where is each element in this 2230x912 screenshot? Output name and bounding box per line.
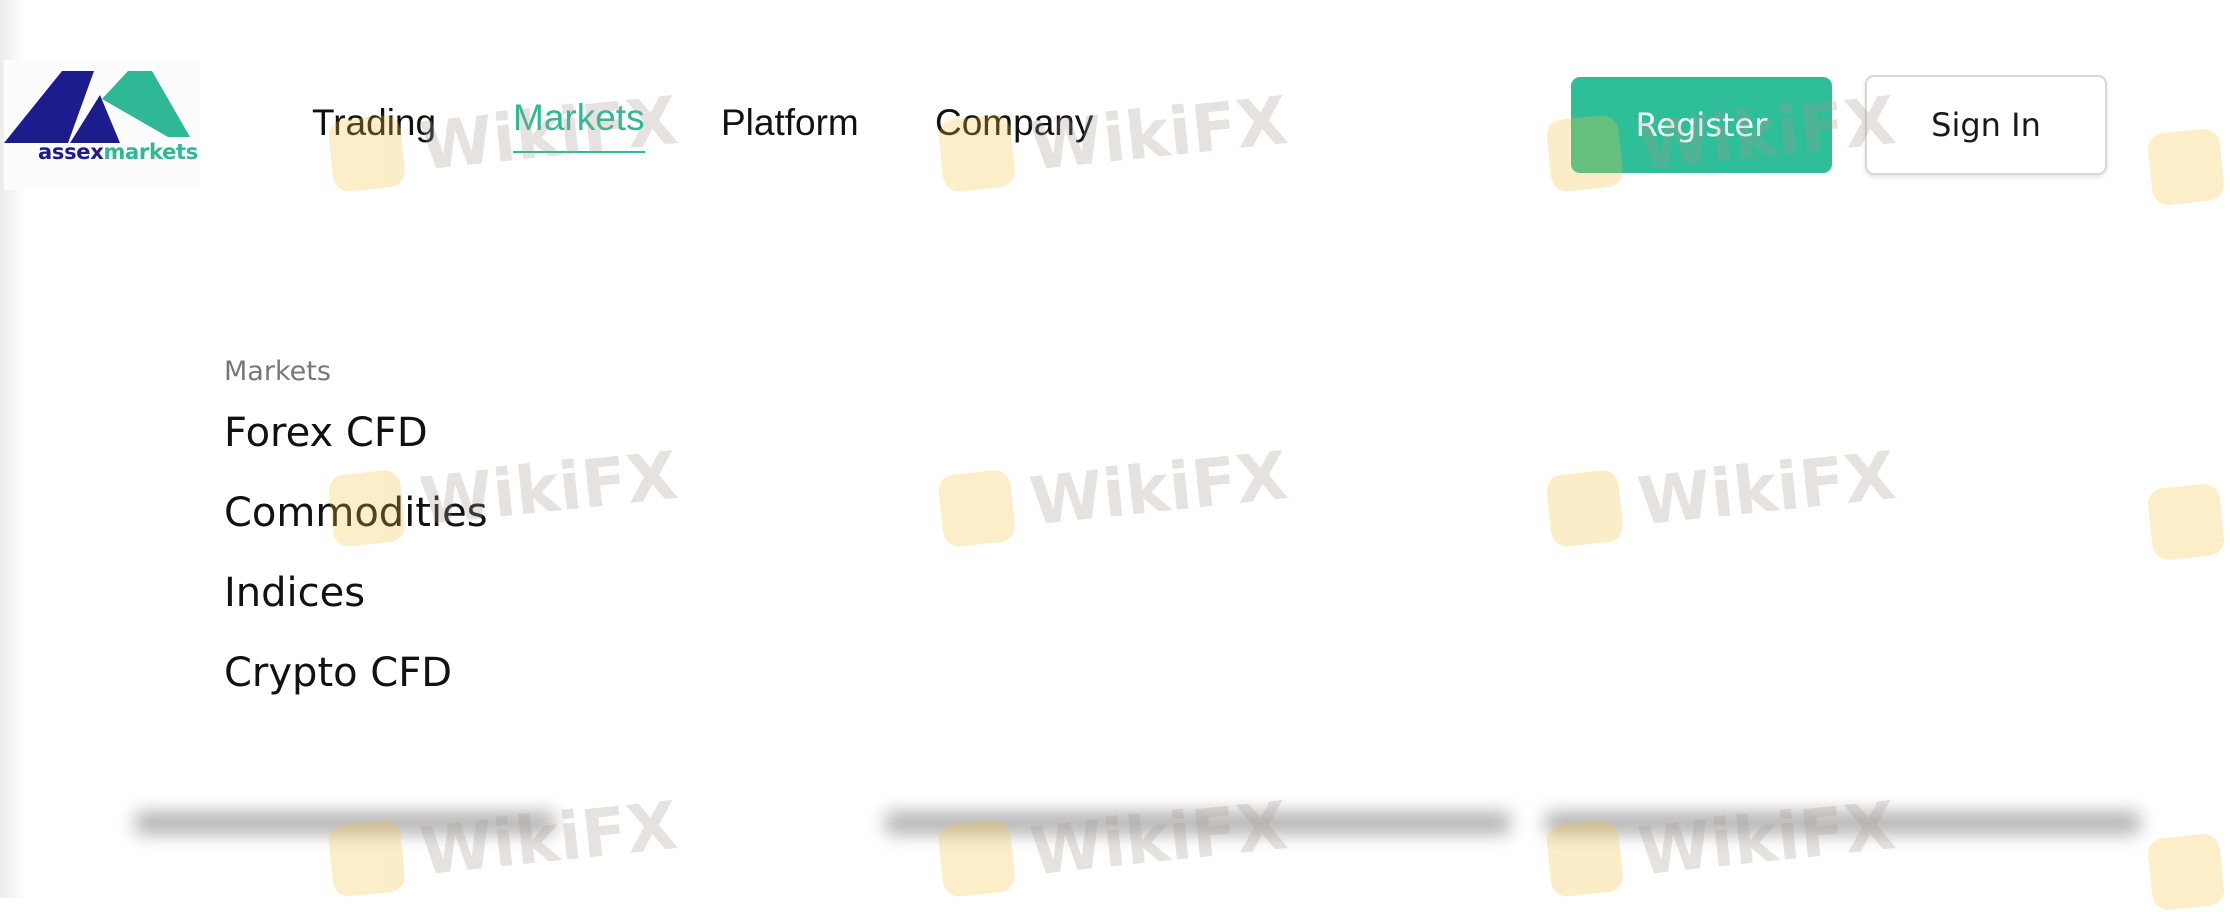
register-button[interactable]: Register — [1571, 77, 1832, 173]
watermark-logo-icon — [1545, 468, 1625, 548]
brand-logo[interactable]: assexmarkets — [4, 60, 200, 190]
watermark-logo-icon — [2146, 127, 2226, 207]
watermark-logo-icon — [2146, 482, 2226, 562]
menu-link-forex-cfd[interactable]: Forex CFD — [224, 410, 428, 456]
nav-item-markets[interactable]: Markets — [513, 97, 645, 153]
watermark: WikiFX — [937, 787, 1291, 900]
logo-word-2: markets — [103, 140, 198, 164]
watermark — [2146, 830, 2230, 912]
blurred-footer-text — [1545, 812, 2140, 834]
blurred-footer-text — [135, 812, 555, 834]
menu-link-indices[interactable]: Indices — [224, 570, 365, 616]
menu-link-crypto-cfd[interactable]: Crypto CFD — [224, 650, 452, 696]
watermark — [2146, 125, 2230, 207]
nav-item-trading[interactable]: Trading — [312, 102, 436, 144]
watermark-logo-icon — [937, 468, 1017, 548]
blurred-footer-text — [885, 812, 1510, 834]
markets-menu-heading: Markets — [224, 356, 331, 387]
sign-in-button[interactable]: Sign In — [1865, 75, 2107, 175]
watermark: WikiFX — [327, 787, 681, 900]
logo-wordmark: assexmarkets — [38, 140, 198, 164]
logo-mark-icon — [4, 71, 190, 143]
logo-word-1: assex — [38, 140, 104, 164]
menu-link-commodities[interactable]: Commodities — [224, 490, 488, 536]
watermark — [2146, 480, 2230, 562]
watermark-logo-icon — [2146, 832, 2226, 912]
nav-item-company[interactable]: Company — [935, 102, 1093, 144]
watermark: WikiFX — [1545, 437, 1899, 550]
nav-item-platform[interactable]: Platform — [721, 102, 859, 144]
watermark: WikiFX — [937, 437, 1291, 550]
watermark: WikiFX — [1545, 787, 1899, 900]
